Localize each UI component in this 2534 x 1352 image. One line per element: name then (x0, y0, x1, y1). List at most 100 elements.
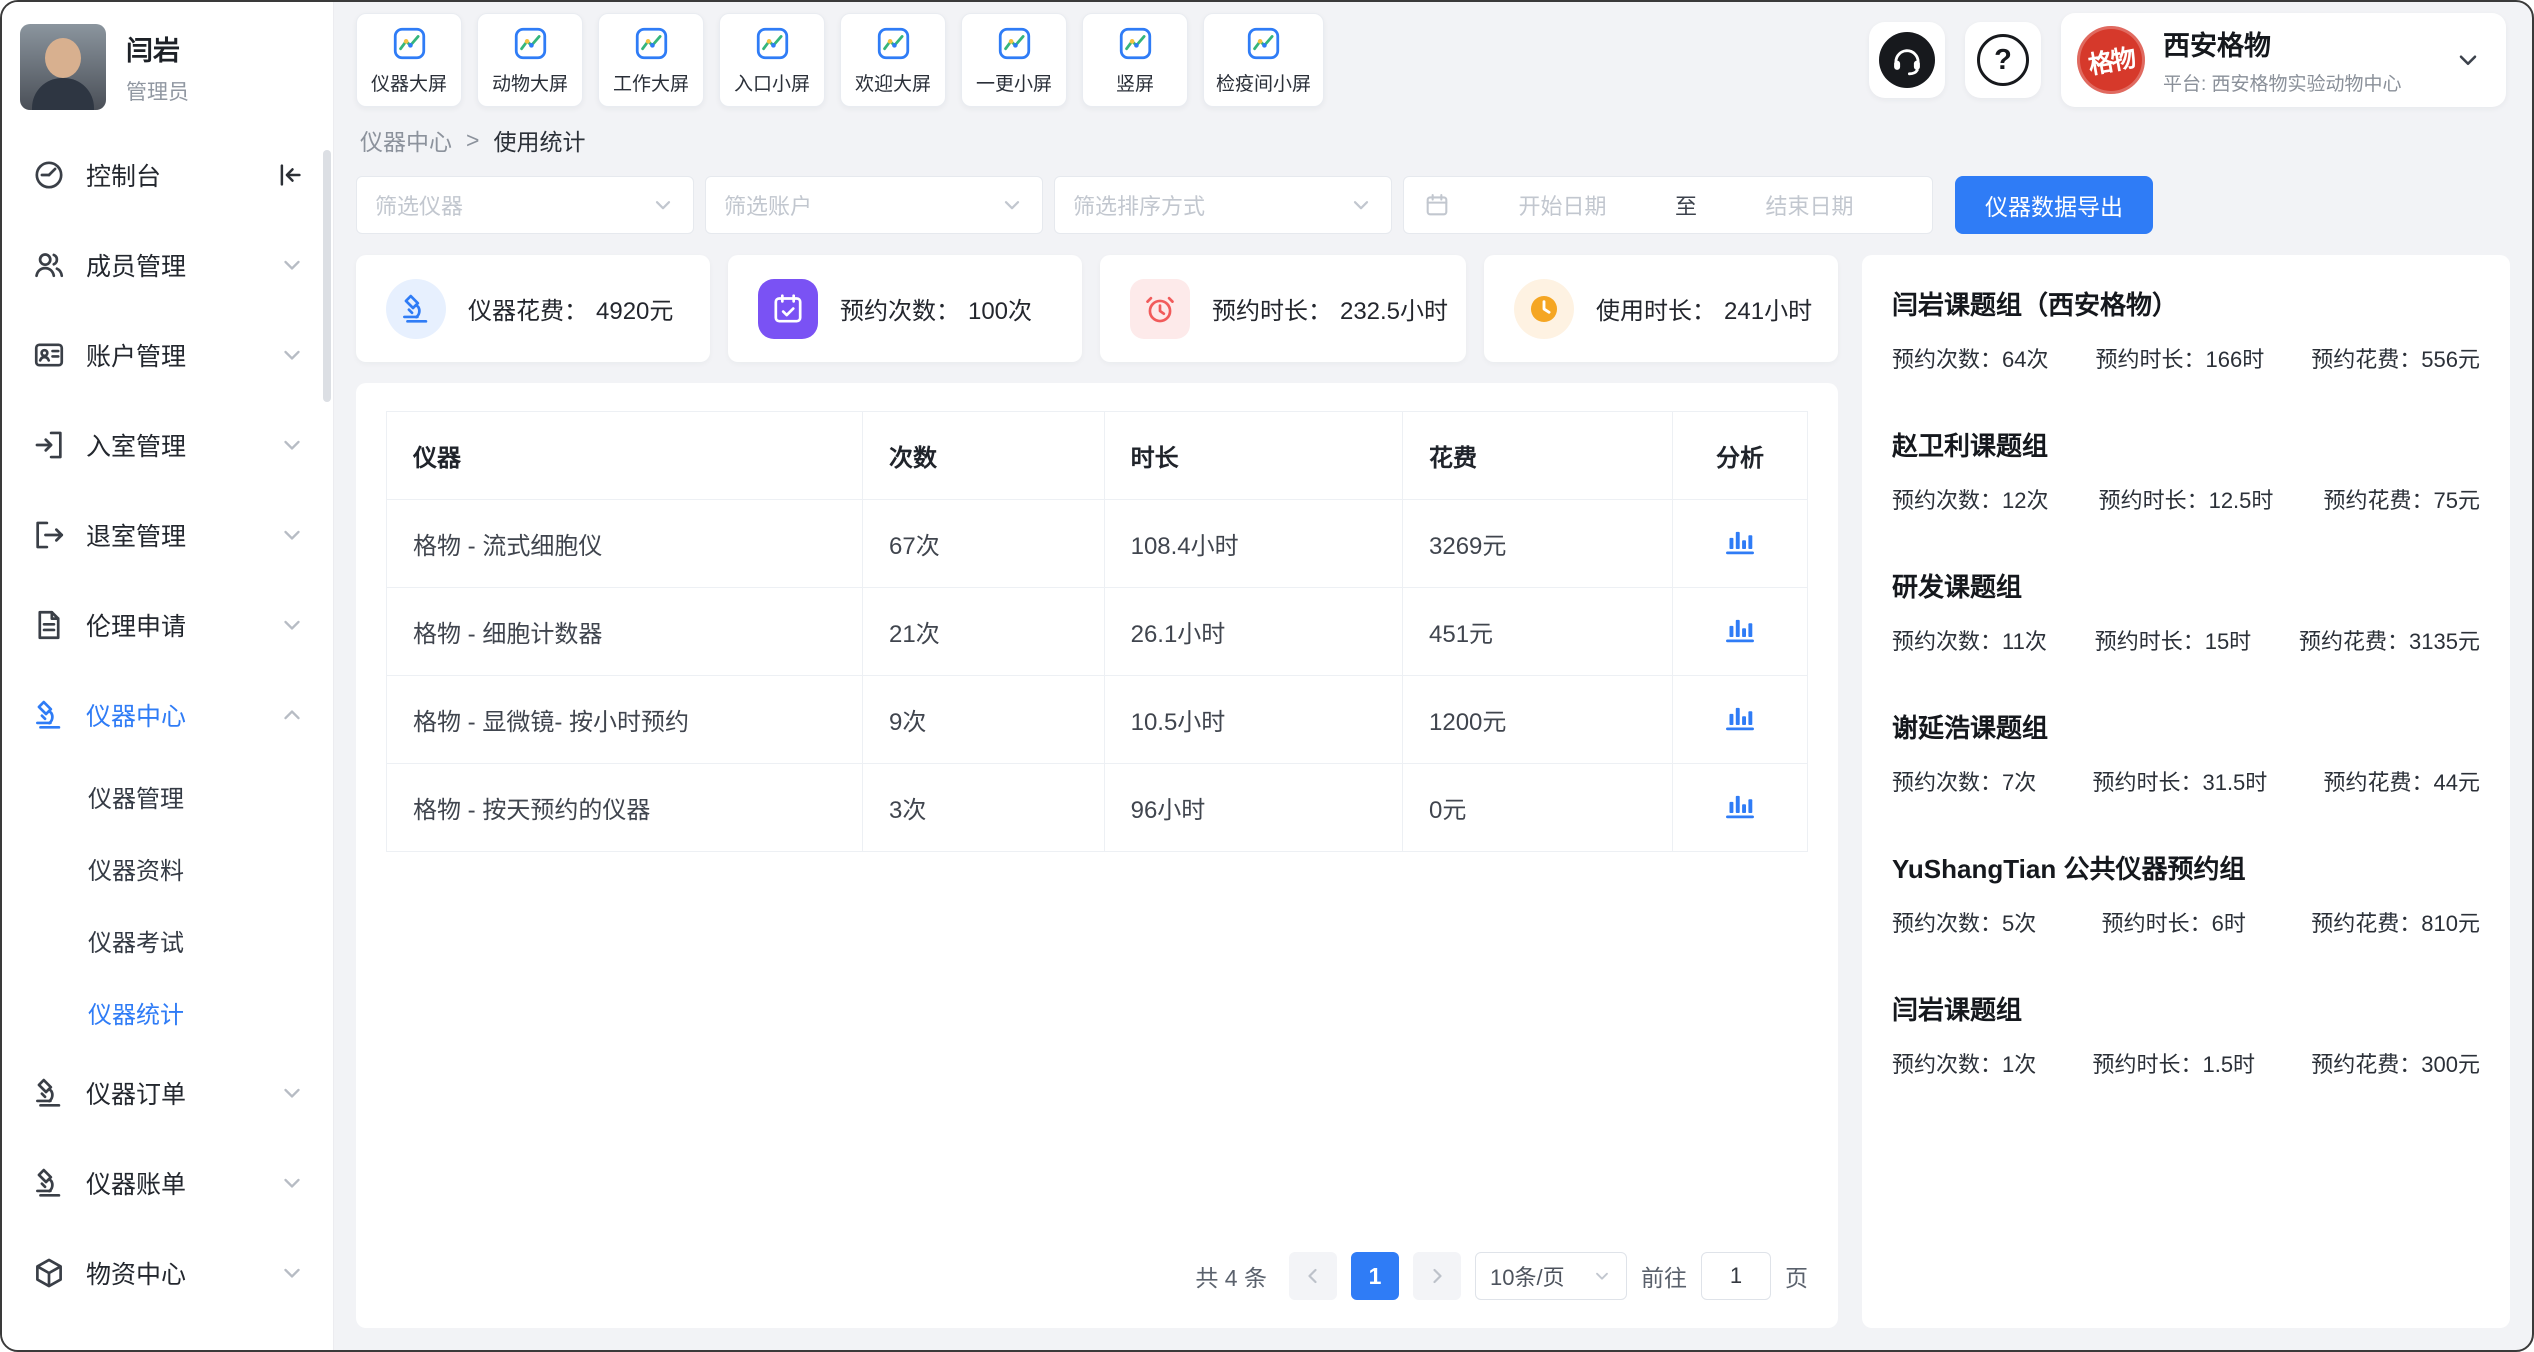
group-booking-cost: 预约花费：300元 (2311, 1047, 2480, 1079)
date-range-picker[interactable]: 开始日期 至 结束日期 (1403, 176, 1933, 234)
org-selector[interactable]: 格物 西安格物 平台: 西安格物实验动物中心 (2061, 13, 2506, 107)
current-page-button[interactable]: 1 (1351, 1252, 1399, 1300)
col-header-analysis: 分析 (1672, 412, 1807, 500)
group-booking-duration: 预约时长：31.5时 (2092, 765, 2267, 797)
screen-button[interactable]: 欢迎大屏 (840, 13, 946, 107)
screen-button[interactable]: 入口小屏 (719, 13, 825, 107)
sidebar-item-instrument-bills[interactable]: 仪器账单 (2, 1138, 333, 1228)
group-booking-duration: 预约时长：166时 (2096, 342, 2265, 374)
chart-screen-icon (1245, 25, 1282, 62)
group-stats: 预约次数：64次 预约时长：166时 预约花费：556元 (1892, 342, 2480, 374)
cell-duration: 10.5小时 (1104, 676, 1402, 764)
analysis-chart-button[interactable] (1722, 786, 1758, 822)
prev-page-button[interactable] (1289, 1252, 1337, 1300)
screen-button[interactable]: 一更小屏 (961, 13, 1067, 107)
cell-cost: 451元 (1403, 588, 1673, 676)
end-date-placeholder[interactable]: 结束日期 (1707, 189, 1912, 221)
sidebar-item-ethics[interactable]: 伦理申请 (2, 580, 333, 670)
alarm-icon (1130, 279, 1190, 339)
microscope-icon (32, 1166, 66, 1200)
start-date-placeholder[interactable]: 开始日期 (1460, 189, 1665, 221)
screen-button[interactable]: 检疫间小屏 (1203, 13, 1324, 107)
account-filter-select[interactable]: 筛选账户 (705, 176, 1043, 234)
col-header-count: 次数 (863, 412, 1105, 500)
chevron-down-icon (2454, 46, 2482, 74)
export-data-button[interactable]: 仪器数据导出 (1955, 176, 2153, 234)
cell-analysis (1672, 676, 1807, 764)
sort-filter-placeholder: 筛选排序方式 (1073, 189, 1205, 221)
microscope-icon (32, 1076, 66, 1110)
group-name: 赵卫利课题组 (1892, 426, 2480, 463)
breadcrumb-parent[interactable]: 仪器中心 (360, 123, 452, 157)
user-meta: 闫岩 管理员 (126, 29, 189, 106)
sidebar-item-instrument-exam[interactable]: 仪器考试 (2, 904, 333, 976)
chart-screen-icon (391, 25, 428, 62)
document-icon (32, 608, 66, 642)
date-to-label: 至 (1675, 189, 1697, 221)
support-button[interactable] (1869, 22, 1945, 98)
analysis-chart-button[interactable] (1722, 698, 1758, 734)
sidebar-item-instrument-center[interactable]: 仪器中心 (2, 670, 333, 760)
instrument-center-submenu: 仪器管理 仪器资料 仪器考试 仪器统计 (2, 760, 333, 1048)
cell-analysis (1672, 588, 1807, 676)
sidebar-item-room-exit[interactable]: 退室管理 (2, 490, 333, 580)
chevron-down-icon (279, 1260, 305, 1286)
group-item: 闫岩课题组（西安格物） 预约次数：64次 预约时长：166时 预约花费：556元 (1892, 285, 2480, 374)
next-page-button[interactable] (1413, 1252, 1461, 1300)
goto-page-input[interactable] (1701, 1252, 1771, 1300)
sidebar-scrollbar[interactable] (323, 150, 331, 402)
cell-count: 9次 (863, 676, 1105, 764)
chevron-down-icon (279, 1080, 305, 1106)
door-enter-icon (32, 428, 66, 462)
table-row: 格物 - 显微镜- 按小时预约 9次 10.5小时 1200元 (387, 676, 1808, 764)
col-header-duration: 时长 (1104, 412, 1402, 500)
sidebar: 闫岩 管理员 控制台 成员管理 账户管理 入室管理 (2, 2, 334, 1350)
sort-filter-select[interactable]: 筛选排序方式 (1054, 176, 1392, 234)
screen-button[interactable]: 仪器大屏 (356, 13, 462, 107)
user-profile[interactable]: 闫岩 管理员 (2, 2, 333, 124)
chevron-down-icon (279, 252, 305, 278)
cell-cost: 1200元 (1403, 676, 1673, 764)
avatar (20, 24, 106, 110)
chevron-down-icon (651, 193, 675, 217)
sidebar-item-console[interactable]: 控制台 (2, 130, 333, 220)
group-name: 谢延浩课题组 (1892, 708, 2480, 745)
sidebar-collapse-icon[interactable] (275, 160, 305, 190)
group-booking-count: 预约次数：5次 (1892, 906, 2036, 938)
sidebar-item-room-entry[interactable]: 入室管理 (2, 400, 333, 490)
page-size-value: 10条/页 (1490, 1260, 1565, 1292)
groups-panel: 闫岩课题组（西安格物） 预约次数：64次 预约时长：166时 预约花费：556元… (1862, 255, 2510, 1328)
group-booking-count: 预约次数：1次 (1892, 1047, 2036, 1079)
sidebar-item-members[interactable]: 成员管理 (2, 220, 333, 310)
screen-button[interactable]: 工作大屏 (598, 13, 704, 107)
calendar-check-icon (758, 279, 818, 339)
sidebar-menu: 控制台 成员管理 账户管理 入室管理 退室管理 (2, 124, 333, 1318)
sidebar-item-instrument-materials[interactable]: 仪器资料 (2, 832, 333, 904)
table-row: 格物 - 细胞计数器 21次 26.1小时 451元 (387, 588, 1808, 676)
stat-label: 使用时长： (1596, 291, 1716, 326)
cell-instrument: 格物 - 细胞计数器 (387, 588, 863, 676)
cell-duration: 108.4小时 (1104, 500, 1402, 588)
sidebar-item-instrument-stats[interactable]: 仪器统计 (2, 976, 333, 1048)
help-button[interactable]: ? (1965, 22, 2041, 98)
sidebar-item-instrument-orders[interactable]: 仪器订单 (2, 1048, 333, 1138)
sidebar-item-supplies[interactable]: 物资中心 (2, 1228, 333, 1318)
group-booking-count: 预约次数：7次 (1892, 765, 2036, 797)
stat-card-instrument-cost: 仪器花费：4920元 (356, 255, 710, 362)
group-booking-duration: 预约时长：6时 (2102, 906, 2246, 938)
group-stats: 预约次数：5次 预约时长：6时 预约花费：810元 (1892, 906, 2480, 938)
screen-button[interactable]: 动物大屏 (477, 13, 583, 107)
org-platform: 平台: 西安格物实验动物中心 (2163, 69, 2436, 96)
analysis-chart-button[interactable] (1722, 522, 1758, 558)
org-logo: 格物 (2072, 21, 2151, 100)
analysis-chart-button[interactable] (1722, 610, 1758, 646)
screen-button[interactable]: 竖屏 (1082, 13, 1188, 107)
group-name: 闫岩课题组（西安格物） (1892, 285, 2480, 322)
stat-text: 预约时长：232.5小时 (1212, 291, 1448, 326)
sidebar-item-instrument-management[interactable]: 仪器管理 (2, 760, 333, 832)
sidebar-item-accounts[interactable]: 账户管理 (2, 310, 333, 400)
group-booking-count: 预约次数：12次 (1892, 483, 2048, 515)
instrument-filter-select[interactable]: 筛选仪器 (356, 176, 694, 234)
page-size-select[interactable]: 10条/页 (1475, 1252, 1627, 1300)
group-booking-cost: 预约花费：75元 (2324, 483, 2480, 515)
